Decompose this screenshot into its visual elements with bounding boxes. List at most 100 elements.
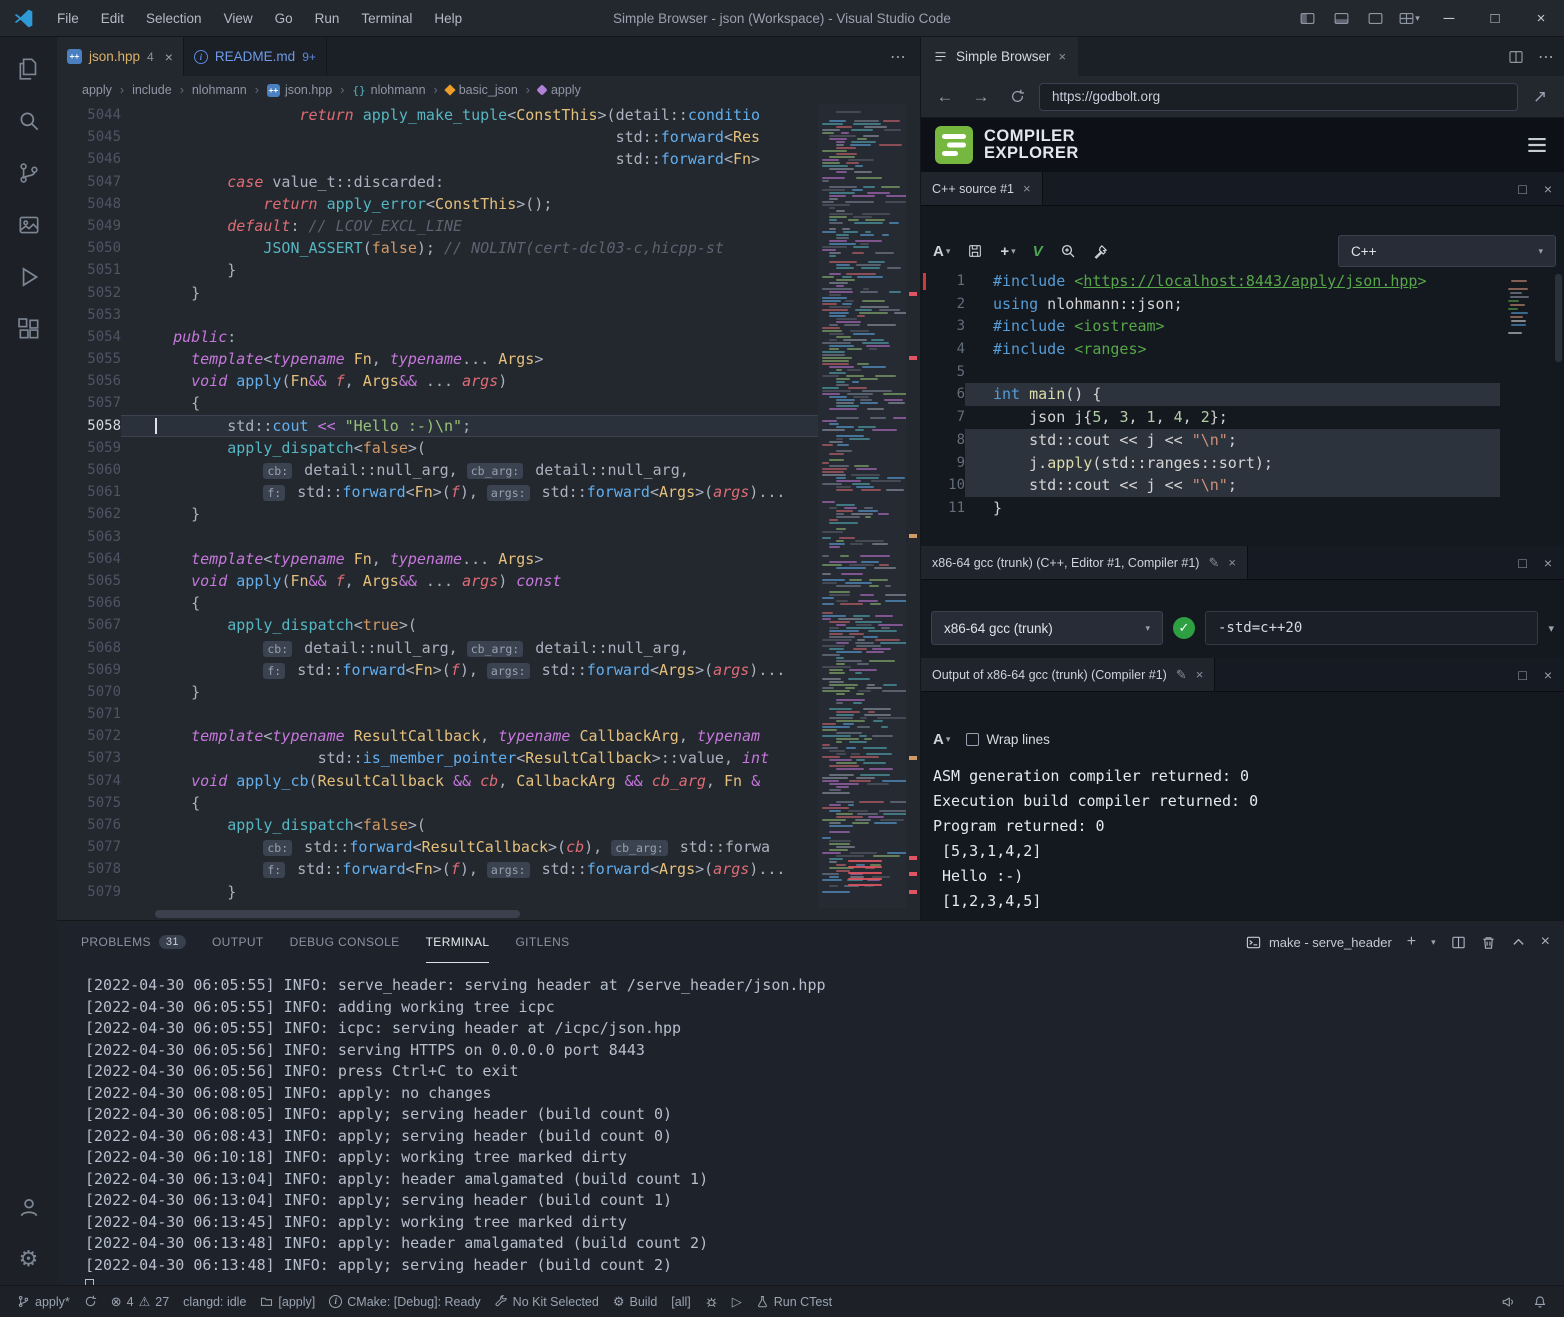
close-pane-icon[interactable]: ×: [1544, 555, 1552, 571]
code-line-5067[interactable]: 5067 apply_dispatch<true>(: [57, 614, 818, 636]
add-pane-button[interactable]: +▾: [1000, 243, 1015, 260]
ce-code-line-4[interactable]: 4#include <ranges>: [921, 338, 1564, 361]
code-line-5068[interactable]: 5068 cb: detail::null_arg, cb_arg: detai…: [57, 637, 818, 659]
back-icon[interactable]: ←: [931, 83, 959, 111]
close-pane-icon[interactable]: ×: [1023, 181, 1031, 196]
hamburger-menu-icon[interactable]: [1524, 132, 1550, 158]
code-line-5059[interactable]: 5059 apply_dispatch<false>(: [57, 437, 818, 459]
code-line-5062[interactable]: 5062 }: [57, 503, 818, 525]
run-debug-icon[interactable]: [5, 251, 53, 303]
code-line-5073[interactable]: 5073 std::is_member_pointer<ResultCallba…: [57, 747, 818, 769]
close-pane-icon[interactable]: ×: [1544, 667, 1552, 683]
code-line-5048[interactable]: 5048 return apply_error<ConstThis>();: [57, 193, 818, 215]
code-line-5077[interactable]: 5077 cb: std::forward<ResultCallback>(cb…: [57, 836, 818, 858]
code-line-5071[interactable]: 5071: [57, 703, 818, 725]
cmake-debug[interactable]: [698, 1286, 725, 1317]
maximize-pane-icon[interactable]: □: [1518, 555, 1526, 571]
output-pane-tab[interactable]: Output of x86-64 gcc (trunk) (Compiler #…: [921, 658, 1215, 691]
cmake-target[interactable]: [all]: [664, 1286, 697, 1317]
code-line-5055[interactable]: 5055 template<typename Fn, typename... A…: [57, 348, 818, 370]
code-line-5076[interactable]: 5076 apply_dispatch<false>(: [57, 814, 818, 836]
panel-tab-problems[interactable]: PROBLEMS31: [81, 921, 186, 963]
terminal-dropdown-icon[interactable]: ▾: [1431, 937, 1436, 948]
panel-tab-output[interactable]: OUTPUT: [212, 921, 264, 963]
breadcrumb-item-basic_json[interactable]: basic_json: [443, 83, 521, 97]
split-editor-icon[interactable]: [1508, 49, 1524, 65]
code-line-5050[interactable]: 5050 JSON_ASSERT(false); // NOLINT(cert-…: [57, 237, 818, 259]
customize-layout-icon[interactable]: ▾: [1392, 0, 1426, 37]
cmake-project[interactable]: [apply]: [253, 1286, 322, 1317]
menu-help[interactable]: Help: [423, 11, 473, 26]
compiler-pane-tab[interactable]: x86-64 gcc (trunk) (C++, Editor #1, Comp…: [921, 546, 1248, 579]
minimap[interactable]: [818, 104, 906, 908]
ce-code-line-10[interactable]: 10 std::cout << j << "\n";: [921, 474, 1564, 497]
code-line-5072[interactable]: 5072 template<typename ResultCallback, t…: [57, 725, 818, 747]
panel-tab-terminal[interactable]: TERMINAL: [426, 921, 490, 963]
breadcrumb-item-include[interactable]: include: [129, 83, 175, 97]
clangd-status[interactable]: clangd: idle: [176, 1286, 253, 1317]
edit-pane-title-icon[interactable]: ✎: [1176, 667, 1187, 683]
breadcrumb-item-json.hpp[interactable]: ++json.hpp: [264, 83, 335, 97]
minimize-button[interactable]: ─: [1426, 0, 1472, 37]
extensions-icon[interactable]: [5, 303, 53, 355]
cmake-launch[interactable]: ▷: [725, 1286, 749, 1317]
reload-icon[interactable]: [1003, 83, 1031, 111]
kill-terminal-icon[interactable]: [1481, 935, 1496, 950]
code-line-5054[interactable]: 5054 public:: [57, 326, 818, 348]
tab-json-hpp[interactable]: ++ json.hpp 4 ×: [57, 37, 184, 76]
code-line-5046[interactable]: 5046 std::forward<Fn>: [57, 148, 818, 170]
font-size-button[interactable]: A▾: [933, 731, 950, 748]
code-line-5051[interactable]: 5051 }: [57, 259, 818, 281]
explorer-icon[interactable]: [5, 43, 53, 95]
close-tab-icon[interactable]: ×: [165, 49, 173, 65]
breadcrumb-item-apply[interactable]: apply: [79, 83, 115, 97]
ce-code-line-11[interactable]: 11}: [921, 497, 1564, 520]
language-select[interactable]: C++▾: [1338, 235, 1556, 267]
toggle-panel-bottom-icon[interactable]: [1324, 0, 1358, 37]
problems-status[interactable]: ⊗4⚠27: [104, 1286, 176, 1317]
toggle-panel-right-icon[interactable]: [1358, 0, 1392, 37]
pin-icon[interactable]: [1093, 244, 1108, 259]
menu-terminal[interactable]: Terminal: [350, 11, 423, 26]
menu-selection[interactable]: Selection: [135, 11, 213, 26]
terminal-select[interactable]: make - serve_header: [1246, 935, 1392, 950]
code-line-5053[interactable]: 5053: [57, 304, 818, 326]
ce-scrollbar-thumb[interactable]: [1555, 274, 1562, 362]
code-editor[interactable]: 5044 return apply_make_tuple<ConstThis>(…: [57, 104, 920, 920]
options-dropdown-icon[interactable]: ▾: [1548, 622, 1554, 635]
code-line-5044[interactable]: 5044 return apply_make_tuple<ConstThis>(…: [57, 104, 818, 126]
panel-tab-debug-console[interactable]: DEBUG CONSOLE: [290, 921, 400, 963]
code-line-5047[interactable]: 5047 case value_t::discarded:: [57, 171, 818, 193]
cmake-kit[interactable]: No Kit Selected: [488, 1286, 606, 1317]
ce-code-line-3[interactable]: 3#include <iostream>: [921, 315, 1564, 338]
breadcrumb-item-nlohmann[interactable]: {}nlohmann: [349, 83, 428, 97]
menu-file[interactable]: File: [46, 11, 90, 26]
menu-edit[interactable]: Edit: [90, 11, 135, 26]
panel-tab-gitlens[interactable]: GITLENS: [515, 921, 569, 963]
zoom-search-icon[interactable]: [1060, 243, 1076, 259]
code-line-5058[interactable]: 5058 std::cout << "Hello :-)\n";: [57, 415, 818, 437]
font-size-button[interactable]: A▾: [933, 243, 950, 260]
maximize-panel-icon[interactable]: [1511, 935, 1526, 950]
cmake-build[interactable]: ⚙Build: [606, 1286, 664, 1317]
breadcrumb-item-apply[interactable]: apply: [535, 83, 584, 97]
new-terminal-icon[interactable]: +: [1407, 933, 1416, 951]
search-icon[interactable]: [5, 95, 53, 147]
code-line-5069[interactable]: 5069 f: std::forward<Fn>(f), args: std::…: [57, 659, 818, 681]
maximize-pane-icon[interactable]: □: [1518, 181, 1526, 197]
code-line-5060[interactable]: 5060 cb: detail::null_arg, cb_arg: detai…: [57, 459, 818, 481]
menu-run[interactable]: Run: [304, 11, 351, 26]
notifications[interactable]: [1526, 1286, 1554, 1317]
code-line-5063[interactable]: 5063: [57, 526, 818, 548]
close-pane-icon[interactable]: ×: [1544, 181, 1552, 197]
code-line-5074[interactable]: 5074 void apply_cb(ResultCallback && cb,…: [57, 770, 818, 792]
code-line-5078[interactable]: 5078 f: std::forward<Fn>(f), args: std::…: [57, 858, 818, 880]
code-line-5049[interactable]: 5049 default: // LCOV_EXCL_LINE: [57, 215, 818, 237]
close-pane-icon[interactable]: ×: [1228, 555, 1236, 570]
code-line-5057[interactable]: 5057 {: [57, 392, 818, 414]
horizontal-scrollbar[interactable]: [155, 908, 818, 920]
code-line-5070[interactable]: 5070 }: [57, 681, 818, 703]
code-line-5079[interactable]: 5079 }: [57, 881, 818, 903]
save-icon[interactable]: [967, 243, 983, 259]
code-line-5064[interactable]: 5064 template<typename Fn, typename... A…: [57, 548, 818, 570]
